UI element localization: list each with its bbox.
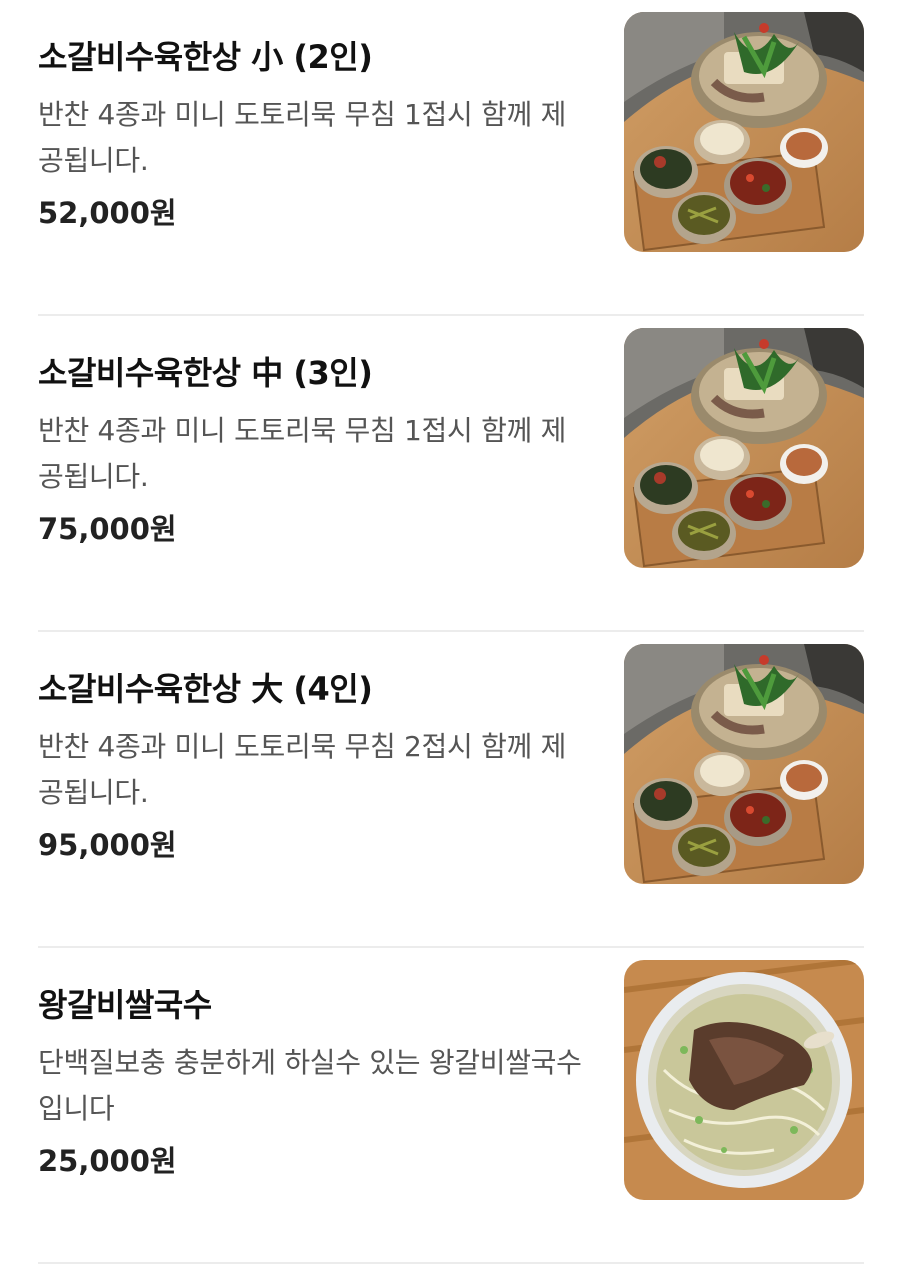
menu-item-description: 단백질보충 충분하게 하실수 있는 왕갈비쌀국수 입니다 [38,1046,582,1125]
menu-item-name: 왕갈비쌀국수 [38,986,212,1024]
menu-item[interactable]: 소갈비수육한상 大 (4인) 반찬 4종과 미니 도토리묵 무침 2접시 함께 … [38,632,864,948]
menu-item-price: 95,000원 [38,828,177,862]
menu-item-name: 소갈비수육한상 小 (2인) [38,38,373,76]
rib-rice-noodle-photo [624,960,864,1200]
menu-item-description: 반찬 4종과 미니 도토리묵 무침 1접시 함께 제공됩니다. [38,414,567,493]
beef-rib-set-photo [624,12,864,252]
menu-item-price: 75,000원 [38,512,177,546]
beef-rib-set-photo [624,644,864,884]
menu-list: 소갈비수육한상 小 (2인) 반찬 4종과 미니 도토리묵 무침 1접시 함께 … [0,0,900,1273]
menu-item-name: 소갈비수육한상 大 (4인) [38,670,373,708]
menu-item-description: 반찬 4종과 미니 도토리묵 무침 2접시 함께 제공됩니다. [38,730,567,809]
menu-item-description: 반찬 4종과 미니 도토리묵 무침 1접시 함께 제공됩니다. [38,98,567,177]
beef-rib-set-photo [624,328,864,568]
menu-item[interactable]: 왕갈비쌀국수 단백질보충 충분하게 하실수 있는 왕갈비쌀국수 입니다 25,0… [38,948,864,1264]
menu-item-name: 소갈비수육한상 中 (3인) [38,354,373,392]
menu-item-price: 52,000원 [38,196,177,230]
menu-item-price: 25,000원 [38,1144,177,1178]
menu-item[interactable]: 소갈비수육한상 小 (2인) 반찬 4종과 미니 도토리묵 무침 1접시 함께 … [38,0,864,316]
menu-item[interactable]: 소갈비수육한상 中 (3인) 반찬 4종과 미니 도토리묵 무침 1접시 함께 … [38,316,864,632]
